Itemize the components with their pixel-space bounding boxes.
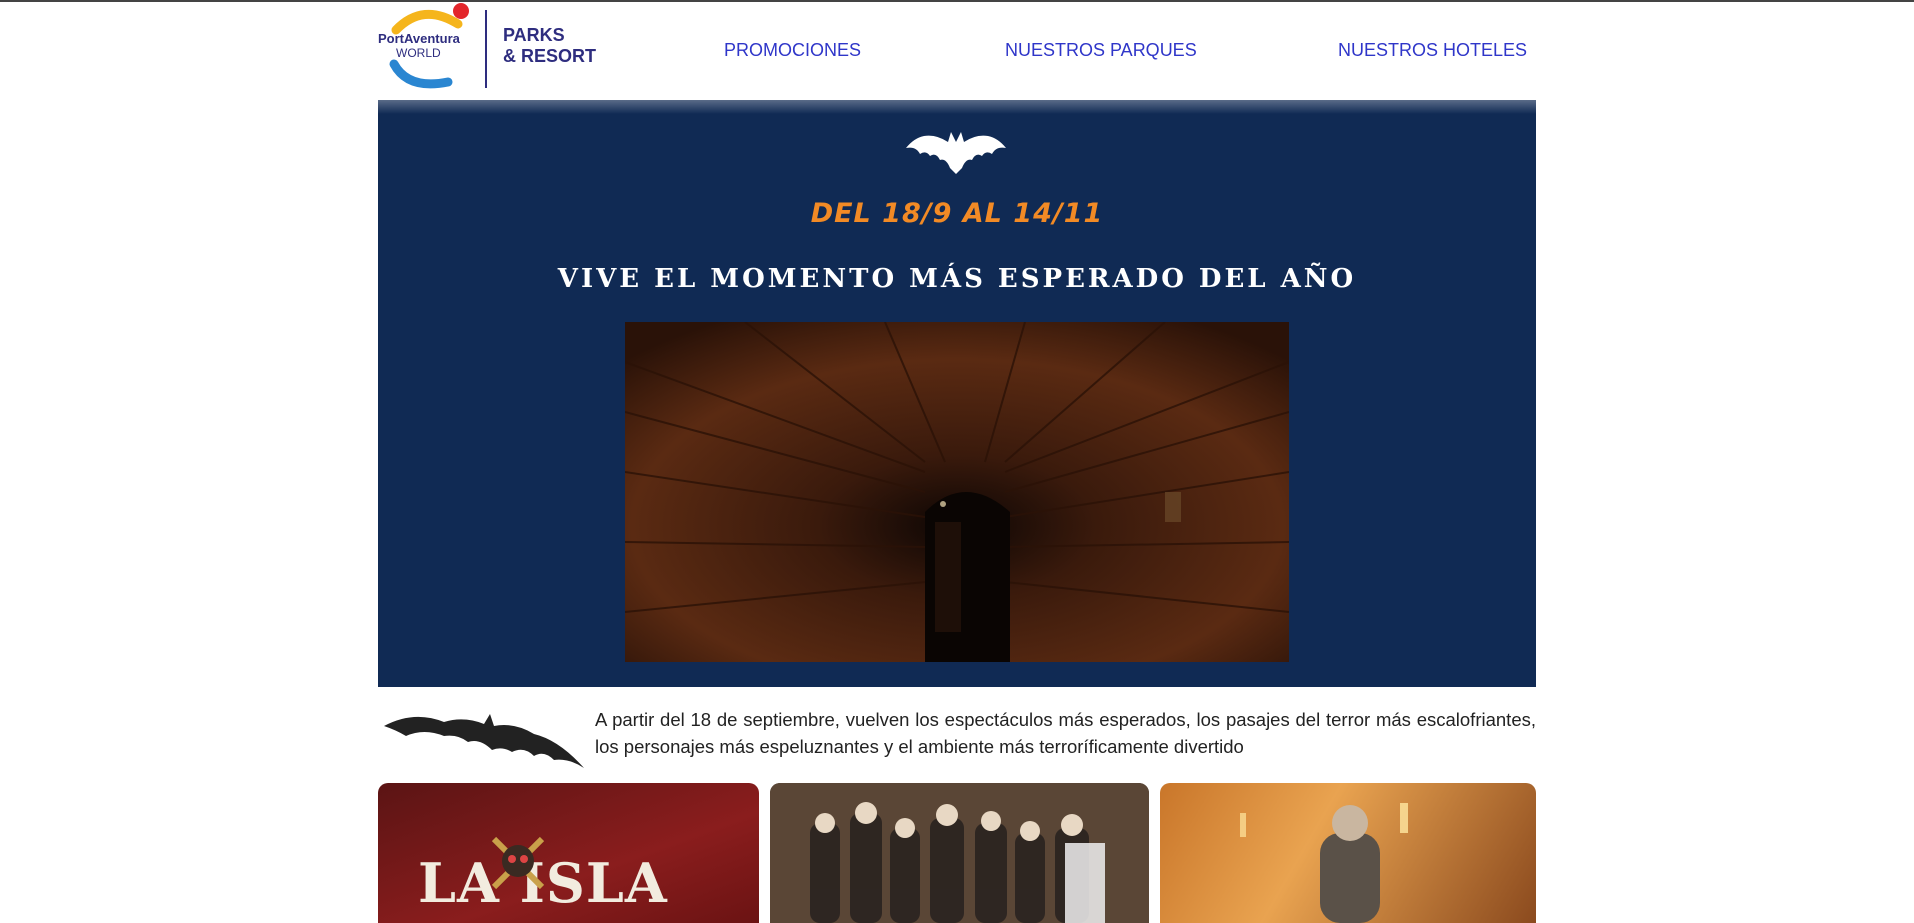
bat-side-icon [384, 714, 584, 768]
nav-nuestros-parques[interactable]: NUESTROS PARQUES [1005, 40, 1197, 61]
card-zombie-photo[interactable] [1160, 783, 1536, 923]
header: PortAventura WORLD PARKS & RESORT PROMOC… [378, 2, 1536, 100]
tunnel-video-thumbnail[interactable] [625, 322, 1289, 662]
intro-text: A partir del 18 de septiembre, vuelven l… [595, 709, 1536, 757]
logo-suffix-line1: PARKS [503, 25, 565, 45]
logo-suffix-line2: & RESORT [503, 46, 596, 66]
logo-brand-line1: PortAventura [378, 31, 461, 46]
logo-brand-line2: WORLD [396, 46, 441, 60]
nav-nuestros-hoteles[interactable]: NUESTROS HOTELES [1338, 40, 1527, 61]
nav-promociones[interactable]: PROMOCIONES [724, 40, 861, 61]
skull-icon [491, 836, 545, 890]
bat-icon [906, 132, 1006, 174]
hero-tagline: VIVE EL MOMENTO MÁS ESPERADO DEL AÑO [557, 264, 1357, 294]
intro-section: A partir del 18 de septiembre, vuelven l… [378, 702, 1536, 772]
email-container: PortAventura WORLD PARKS & RESORT PROMOC… [378, 2, 1536, 923]
portaventura-logo[interactable]: PortAventura WORLD PARKS & RESORT [378, 2, 608, 100]
card-characters-photo[interactable] [770, 783, 1149, 923]
hero-banner: DEL 18/9 AL 14/11 VIVE EL MOMENTO MÁS ES… [378, 100, 1536, 687]
hero-top-shadow [378, 100, 1536, 114]
card-la-isla[interactable]: LA ISLA [378, 783, 759, 923]
event-dates: DEL 18/9 AL 14/11 [810, 198, 1104, 229]
